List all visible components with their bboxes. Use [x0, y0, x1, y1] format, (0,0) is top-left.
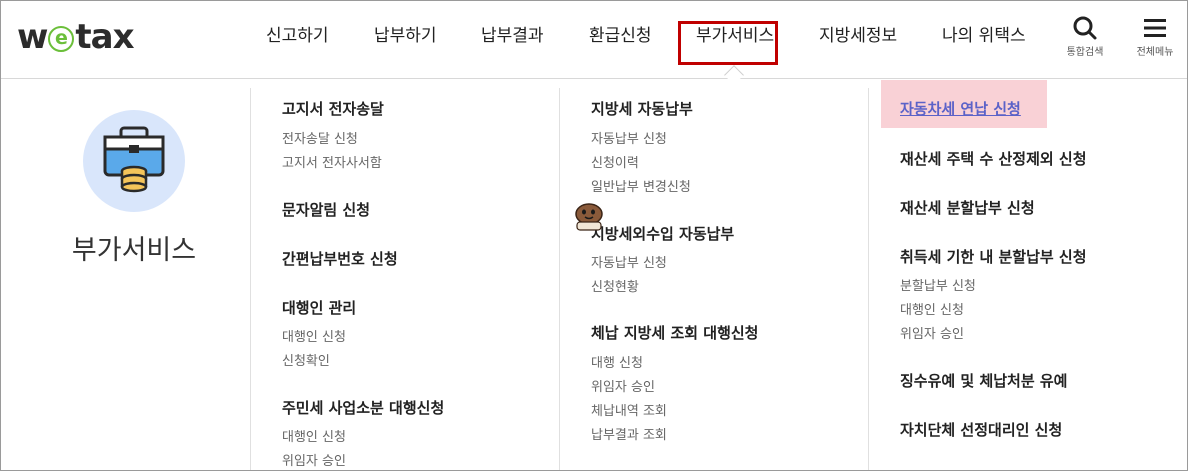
column-divider	[868, 88, 869, 470]
hamburger-menu-icon	[1144, 19, 1166, 37]
active-nav-highlight	[678, 21, 778, 65]
menu-group-title[interactable]: 주민세 사업소분 대행신청	[282, 397, 444, 418]
menu-group-title[interactable]: 취득세 기한 내 분할납부 신청	[900, 246, 1087, 267]
all-menu-label: 전체메뉴	[1136, 47, 1174, 58]
nav-item-refund[interactable]: 환급신청	[589, 23, 652, 49]
menu-link[interactable]: 대행인 신청	[282, 326, 346, 345]
section-intro: 부가서비스	[1, 80, 250, 470]
menu-link[interactable]: 전자송달 신청	[282, 128, 358, 147]
search-icon	[1073, 16, 1097, 40]
logo-part-tax: tax	[75, 17, 134, 57]
menu-group-title-highlighted[interactable]: 자동차세 연납 신청	[900, 98, 1021, 119]
nav-item-my-wetax[interactable]: 나의 위택스	[942, 23, 1026, 49]
menu-group-title[interactable]: 고지서 전자송달	[282, 98, 384, 119]
section-title: 부가서비스	[71, 235, 197, 266]
nav-item-local-tax-info[interactable]: 지방세정보	[819, 23, 897, 49]
menu-link[interactable]: 신청현황	[591, 276, 639, 295]
nav-item-report[interactable]: 신고하기	[266, 23, 329, 49]
mega-menu-panel: 부가서비스 고지서 전자송달 전자송달 신청 고지서 전자사서함 문자알림 신청…	[1, 80, 1187, 470]
menu-link[interactable]: 신청이력	[591, 152, 639, 171]
menu-link[interactable]: 일반납부 변경신청	[591, 176, 691, 195]
menu-group-title[interactable]: 재산세 주택 수 산정제외 신청	[900, 148, 1087, 169]
menu-link[interactable]: 자동납부 신청	[591, 128, 667, 147]
all-menu-button[interactable]: 전체메뉴	[1127, 15, 1183, 58]
search-label: 통합검색	[1066, 47, 1104, 58]
search-button[interactable]: 통합검색	[1057, 15, 1113, 58]
menu-group-title[interactable]: 지방세외수입 자동납부	[591, 223, 734, 244]
column-divider	[250, 88, 251, 470]
site-header: w e tax 신고하기 납부하기 납부결과 환급신청 부가서비스 지방세정보 …	[1, 1, 1187, 85]
logo-e-circle: e	[48, 26, 75, 52]
menu-group-title[interactable]: 문자알림 신청	[282, 199, 370, 220]
menu-group-title[interactable]: 간편납부번호 신청	[282, 248, 398, 269]
window-frame: w e tax 신고하기 납부하기 납부결과 환급신청 부가서비스 지방세정보 …	[0, 0, 1188, 471]
menu-link[interactable]: 대행인 신청	[900, 299, 964, 318]
briefcase-coins-icon	[103, 126, 165, 193]
coffee-cup-mascot-icon	[575, 203, 603, 231]
menu-link[interactable]: 자동납부 신청	[591, 252, 667, 271]
menu-group-title[interactable]: 지방세 자동납부	[591, 98, 693, 119]
menu-link[interactable]: 체납내역 조회	[591, 400, 667, 419]
menu-link[interactable]: 위임자 승인	[282, 450, 346, 469]
menu-group-title[interactable]: 대행인 관리	[282, 297, 356, 318]
menu-link[interactable]: 대행인 신청	[282, 426, 346, 445]
menu-link[interactable]: 위임자 승인	[591, 376, 655, 395]
wetax-logo[interactable]: w e tax	[17, 17, 135, 57]
menu-link[interactable]: 신청확인	[282, 350, 330, 369]
menu-link[interactable]: 대행 신청	[591, 352, 643, 371]
nav-item-payment-result[interactable]: 납부결과	[481, 23, 544, 49]
logo-part-w: w	[17, 17, 48, 57]
section-icon-circle	[83, 110, 185, 212]
menu-group-title[interactable]: 자치단체 선정대리인 신청	[900, 419, 1062, 440]
menu-link[interactable]: 납부결과 조회	[591, 424, 667, 443]
menu-link[interactable]: 고지서 전자사서함	[282, 152, 382, 171]
column-divider	[559, 88, 560, 470]
nav-item-pay[interactable]: 납부하기	[374, 23, 437, 49]
menu-group-title[interactable]: 징수유예 및 체납처분 유예	[900, 370, 1067, 391]
menu-group-title[interactable]: 체납 지방세 조회 대행신청	[591, 322, 758, 343]
menu-link[interactable]: 분할납부 신청	[900, 275, 976, 294]
menu-link[interactable]: 위임자 승인	[900, 323, 964, 342]
menu-group-title[interactable]: 재산세 분할납부 신청	[900, 197, 1035, 218]
